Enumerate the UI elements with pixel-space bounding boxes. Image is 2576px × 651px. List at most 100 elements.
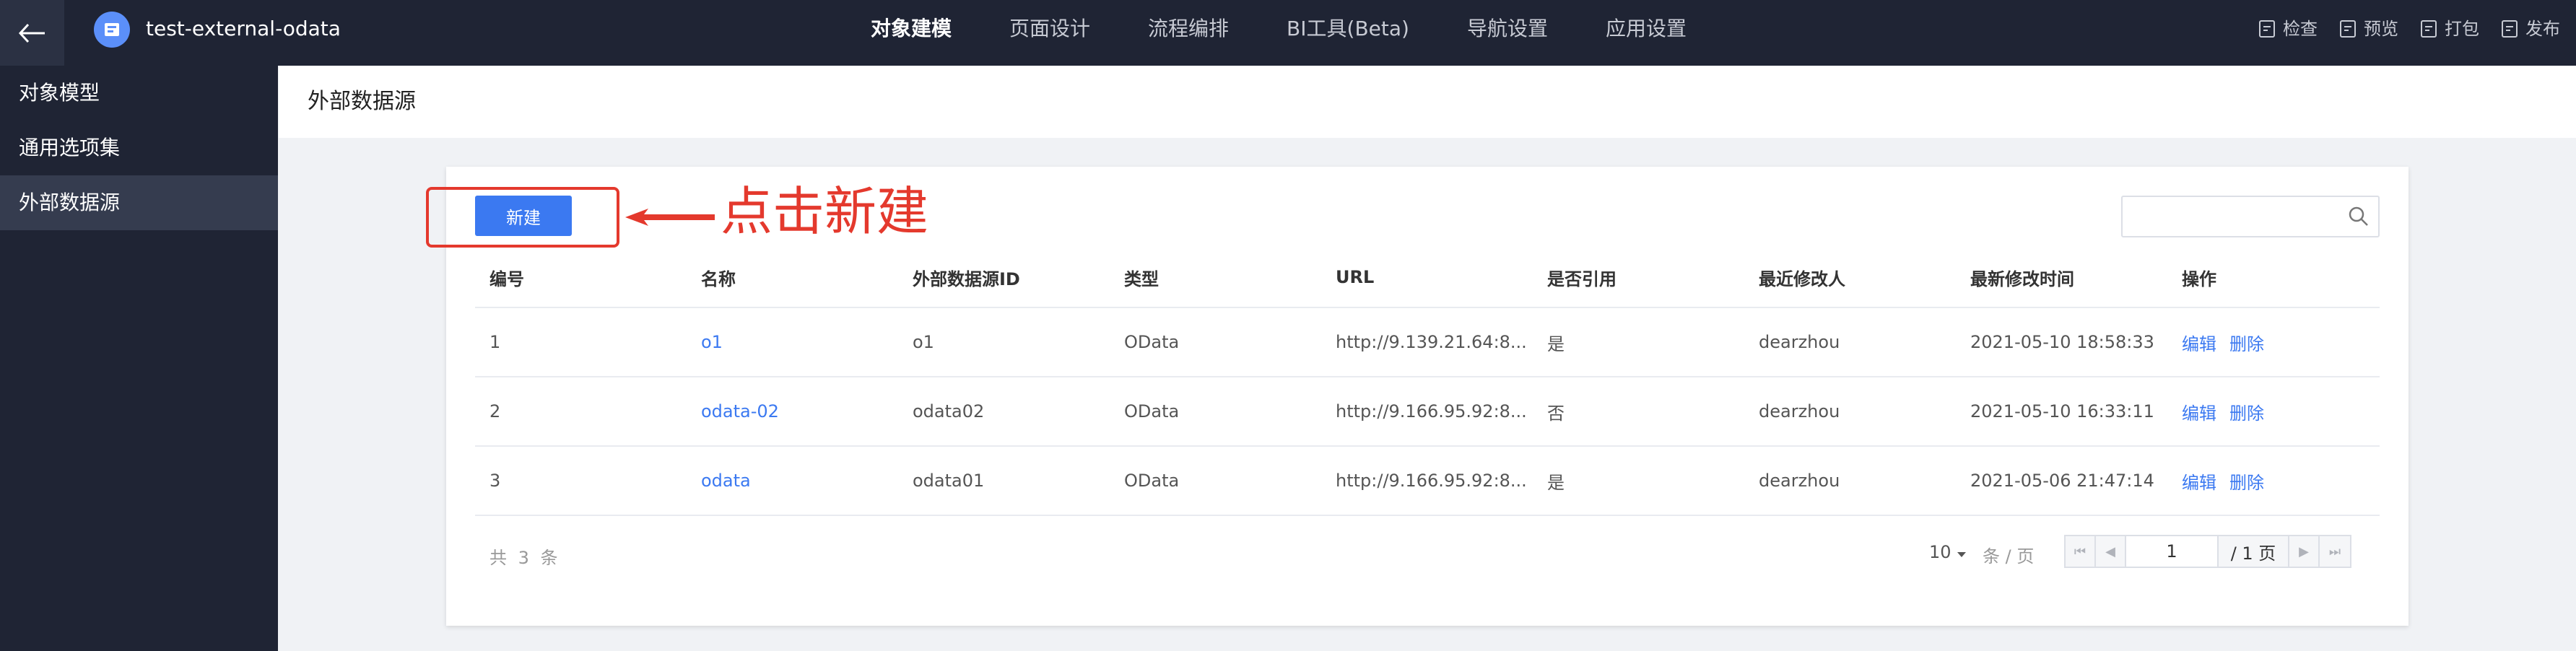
nav-bi-tools[interactable]: BI工具(Beta)	[1287, 14, 1409, 43]
caret-down-icon	[1957, 552, 1967, 557]
search-input[interactable]	[2123, 197, 2339, 236]
nav-page-design[interactable]: 页面设计	[1009, 14, 1090, 43]
content-card: 新建 点击新建 编号 名称 外部数据源ID 类型 URL 是否引用 最近修改人 …	[426, 167, 2409, 626]
package-label: 打包	[2445, 19, 2479, 39]
first-page-button[interactable]: ⏮	[2066, 536, 2096, 567]
package-icon	[2421, 20, 2437, 38]
column-header-number: 编号	[489, 268, 524, 289]
column-header-modified-time: 最新修改时间	[1970, 268, 2074, 289]
search-icon[interactable]	[2348, 206, 2370, 227]
cell-modified-time: 2021-05-10 18:58:33	[1970, 332, 2154, 352]
delete-link[interactable]: 删除	[2229, 473, 2264, 493]
cell-name-link[interactable]: o1	[687, 332, 898, 352]
cell-source-id: o1	[913, 332, 934, 352]
check-button[interactable]: 检查	[2257, 16, 2318, 42]
data-source-table: 编号 名称 外部数据源ID 类型 URL 是否引用 最近修改人 最新修改时间 操…	[475, 248, 2380, 516]
page-title: 外部数据源	[308, 89, 416, 114]
sidebar-item-object-model[interactable]: 对象模型	[0, 66, 278, 121]
column-header-url: URL	[1336, 267, 1375, 287]
top-bar: test-external-odata 对象建模 页面设计 流程编排 BI工具(…	[0, 0, 2576, 66]
next-page-icon: ▶	[2299, 543, 2309, 559]
cell-url: http://9.166.95.92:8...	[1336, 471, 1527, 491]
page-header: 外部数据源	[279, 66, 2576, 138]
cell-number: 2	[489, 401, 501, 421]
back-button[interactable]	[0, 0, 64, 66]
cell-name-link[interactable]: odata	[687, 471, 898, 491]
nav-navigation-settings[interactable]: 导航设置	[1467, 14, 1548, 43]
cell-type: OData	[1124, 401, 1180, 421]
prev-page-button[interactable]: ◀	[2096, 536, 2126, 567]
sidebar-item-external-data-source[interactable]: 外部数据源	[0, 175, 278, 230]
delete-link[interactable]: 删除	[2229, 334, 2264, 354]
nav-app-settings[interactable]: 应用设置	[1606, 14, 1687, 43]
column-header-referenced: 是否引用	[1547, 268, 1616, 289]
prev-page-icon: ◀	[2105, 543, 2115, 559]
sidebar: 对象模型 通用选项集 外部数据源	[0, 66, 278, 651]
cell-referenced: 是	[1547, 333, 1565, 354]
table-row: 2 odata-02 odata02 OData http://9.166.95…	[475, 377, 2380, 447]
cell-modifier: dearzhou	[1759, 401, 1840, 421]
table-row: 3 odata odata01 OData http://9.166.95.92…	[475, 447, 2380, 516]
arrow-left-icon	[18, 23, 45, 43]
edit-link[interactable]: 编辑	[2182, 403, 2216, 424]
cell-referenced: 否	[1547, 403, 1565, 424]
preview-button[interactable]: 预览	[2338, 16, 2398, 42]
per-page-label: 条 / 页	[1983, 546, 2035, 567]
first-page-icon: ⏮	[2074, 543, 2087, 559]
new-button[interactable]: 新建	[475, 196, 572, 236]
app-name: test-external-odata	[146, 17, 341, 40]
cell-type: OData	[1124, 332, 1180, 352]
search-box[interactable]	[2121, 196, 2380, 237]
column-header-modifier: 最近修改人	[1759, 268, 1845, 289]
cell-modified-time: 2021-05-10 16:33:11	[1970, 401, 2154, 421]
table-header-row: 编号 名称 外部数据源ID 类型 URL 是否引用 最近修改人 最新修改时间 操…	[475, 248, 2380, 308]
main-nav: 对象建模 页面设计 流程编排 BI工具(Beta) 导航设置 应用设置	[871, 14, 1744, 43]
last-page-icon: ⏭	[2328, 543, 2341, 559]
edit-link[interactable]: 编辑	[2182, 473, 2216, 493]
annotation-arrow	[625, 209, 715, 226]
last-page-button[interactable]: ⏭	[2320, 536, 2350, 567]
sidebar-item-common-option-sets[interactable]: 通用选项集	[0, 121, 278, 175]
cell-source-id: odata01	[913, 471, 985, 491]
publish-icon	[2502, 20, 2518, 38]
cell-name-link[interactable]: odata-02	[687, 401, 898, 421]
page-size-value: 10	[1929, 542, 1951, 562]
column-header-source-id: 外部数据源ID	[913, 268, 1020, 289]
tool-bar: 检查 预览 打包 发布	[2237, 16, 2560, 42]
nav-process-orchestration[interactable]: 流程编排	[1148, 14, 1229, 43]
total-count: 共 3 条	[489, 548, 561, 568]
total-pages: / 1 页	[2219, 536, 2289, 567]
column-header-name: 名称	[701, 268, 736, 289]
cell-actions: 编辑 删除	[2167, 399, 2380, 424]
cell-referenced: 是	[1547, 472, 1565, 493]
cell-type: OData	[1124, 471, 1180, 491]
check-label: 检查	[2283, 19, 2318, 39]
package-button[interactable]: 打包	[2419, 16, 2479, 42]
cell-source-id: odata02	[913, 401, 985, 421]
delete-link[interactable]: 删除	[2229, 403, 2264, 424]
column-header-type: 类型	[1124, 268, 1159, 289]
page-number-input[interactable]: 1	[2126, 536, 2219, 567]
cell-actions: 编辑 删除	[2167, 330, 2380, 355]
page-size-select[interactable]: 10	[1929, 542, 1967, 562]
app-icon	[105, 23, 119, 36]
table-row: 1 o1 o1 OData http://9.139.21.64:8... 是 …	[475, 308, 2380, 377]
cell-modifier: dearzhou	[1759, 471, 1840, 491]
pager: ⏮ ◀ 1 / 1 页 ▶ ⏭	[2064, 535, 2351, 568]
app-logo	[94, 12, 130, 48]
publish-button[interactable]: 发布	[2499, 16, 2560, 42]
cell-modifier: dearzhou	[1759, 332, 1840, 352]
cell-number: 1	[489, 332, 501, 352]
cell-actions: 编辑 删除	[2167, 468, 2380, 494]
annotation-text: 点击新建	[721, 181, 929, 242]
pagination-bar: 共 3 条 10 条 / 页 ⏮ ◀ 1 / 1 页 ▶ ⏭	[475, 535, 2380, 578]
publish-label: 发布	[2525, 19, 2560, 39]
edit-link[interactable]: 编辑	[2182, 334, 2216, 354]
cell-url: http://9.139.21.64:8...	[1336, 332, 1527, 352]
nav-object-modeling[interactable]: 对象建模	[871, 14, 952, 43]
next-page-button[interactable]: ▶	[2289, 536, 2320, 567]
cell-modified-time: 2021-05-06 21:47:14	[1970, 471, 2154, 491]
preview-label: 预览	[2364, 19, 2398, 39]
check-icon	[2259, 20, 2275, 38]
preview-icon	[2340, 20, 2356, 38]
